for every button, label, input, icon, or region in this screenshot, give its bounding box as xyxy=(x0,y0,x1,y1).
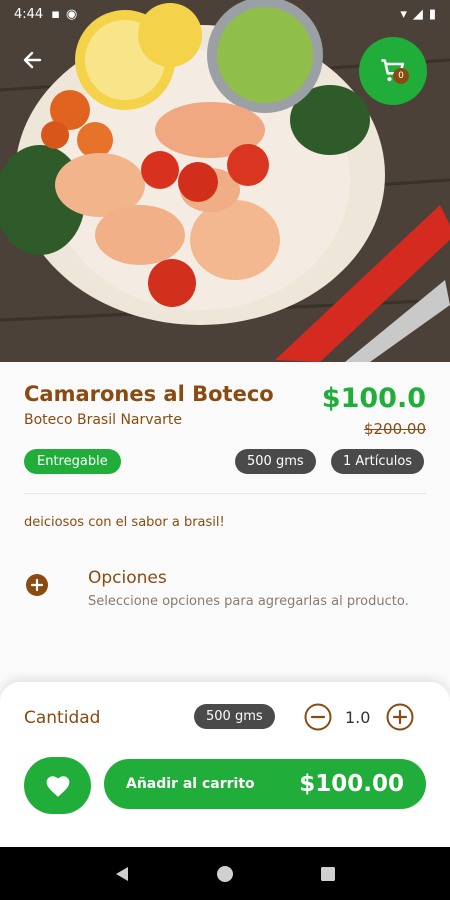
add-to-cart-price: $100.00 xyxy=(299,771,404,797)
favorite-button[interactable] xyxy=(24,757,91,814)
signal-icon: ◢ xyxy=(412,6,423,22)
cart-count-badge: 0 xyxy=(393,68,409,84)
product-price: $100.0 xyxy=(321,383,426,414)
heart-icon xyxy=(46,775,69,797)
plus-circle-icon xyxy=(386,703,414,731)
sim-icon: ▪ xyxy=(51,6,61,22)
store-name: Boteco Brasil Narvarte xyxy=(24,412,182,428)
quantity-label: Cantidad xyxy=(24,708,101,728)
increase-quantity-button[interactable] xyxy=(386,703,414,731)
original-price: $200.00 xyxy=(363,420,426,438)
add-circle-icon xyxy=(26,574,48,596)
cart-button[interactable] xyxy=(359,37,427,105)
nav-back-icon[interactable] xyxy=(113,865,131,883)
add-to-cart-button[interactable]: Añadir al carrito $100.00 xyxy=(104,759,426,809)
options-title[interactable]: Opciones xyxy=(88,568,167,588)
nav-recents-icon[interactable] xyxy=(319,865,337,883)
quantity-value: 1.0 xyxy=(345,708,371,727)
system-nav-bar xyxy=(0,847,450,900)
weight-pill: 500 gms xyxy=(235,449,316,474)
add-to-cart-label: Añadir al carrito xyxy=(126,776,255,792)
divider xyxy=(24,493,426,494)
nav-home-icon[interactable] xyxy=(216,865,234,883)
bottom-sheet: Cantidad 500 gms 1.0 Añadir al carrito $… xyxy=(0,682,450,847)
articles-pill: 1 Artículos xyxy=(331,449,425,474)
status-bar: 4:44 ▪ ◉ ▾ ◢ ▮ xyxy=(0,0,450,28)
product-details: Camarones al Boteco Boteco Brasil Narvar… xyxy=(0,362,450,682)
minus-circle-icon xyxy=(304,703,332,731)
deliverable-badge: Entregable xyxy=(24,449,121,474)
product-title: Camarones al Boteco xyxy=(24,382,274,406)
quantity-weight-pill: 500 gms xyxy=(194,704,275,729)
decrease-quantity-button[interactable] xyxy=(304,703,332,731)
options-subtitle: Seleccione opciones para agregarlas al p… xyxy=(88,594,409,609)
wifi-icon: ▾ xyxy=(400,6,407,22)
battery-icon: ▮ xyxy=(428,6,436,22)
notification-icon: ◉ xyxy=(66,6,78,22)
back-arrow-icon xyxy=(23,51,42,69)
add-options-button[interactable] xyxy=(26,574,48,596)
status-time: 4:44 xyxy=(14,6,44,22)
back-button[interactable] xyxy=(18,44,50,76)
product-description: deiciosos con el sabor a brasil! xyxy=(24,515,225,530)
